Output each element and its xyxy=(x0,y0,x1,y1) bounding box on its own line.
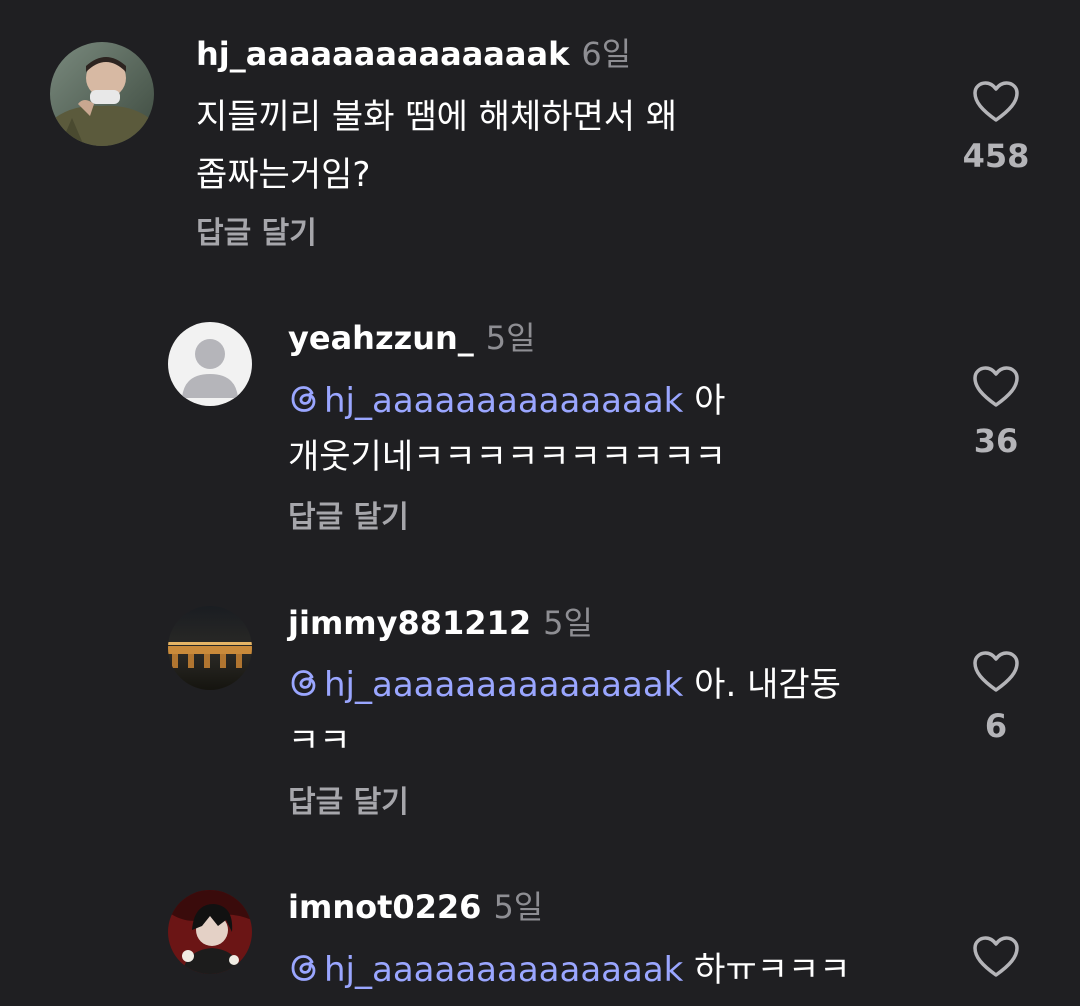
comment-text-line: hj_aaaaaaaaaaaaaak 아 xyxy=(288,374,725,428)
like-control xyxy=(956,935,1036,979)
avatar[interactable] xyxy=(50,42,154,146)
avatar[interactable] xyxy=(168,606,252,690)
username[interactable]: imnot0226 xyxy=(288,888,481,926)
username[interactable]: jimmy881212 xyxy=(288,604,531,642)
default-avatar xyxy=(168,322,252,406)
comment-text: 아 xyxy=(683,381,726,421)
like-count: 6 xyxy=(984,707,1008,745)
comment-header: hj_aaaaaaaaaaaaaak 6일 xyxy=(196,34,631,74)
like-count: 458 xyxy=(962,137,1030,175)
heart-outline-icon[interactable] xyxy=(972,365,1020,409)
threads-at-icon xyxy=(291,670,316,696)
threads-at-icon xyxy=(291,386,316,412)
mention-link[interactable]: hj_aaaaaaaaaaaaaak xyxy=(288,381,683,421)
comment-text-line: 개웃기네ㅋㅋㅋㅋㅋㅋㅋㅋㅋㅋ xyxy=(288,437,726,477)
timestamp: 5일 xyxy=(493,888,544,926)
timestamp: 6일 xyxy=(581,35,632,73)
comment-header: imnot0226 5일 xyxy=(288,887,543,927)
like-control: 6 xyxy=(956,650,1036,746)
heart-outline-icon[interactable] xyxy=(972,650,1020,694)
like-count: 36 xyxy=(973,422,1019,460)
comment-text-line: 좁짜는거임? xyxy=(196,155,371,195)
threads-at-icon xyxy=(291,955,316,981)
comment-header: jimmy881212 5일 xyxy=(288,603,593,643)
mention-link[interactable]: hj_aaaaaaaaaaaaaak xyxy=(288,665,683,705)
reply-button[interactable]: 답글 달기 xyxy=(288,498,409,538)
avatar[interactable] xyxy=(168,322,252,406)
comment-text-line: hj_aaaaaaaaaaaaaak 하ㅠㅋㅋㅋ xyxy=(288,943,851,997)
like-control: 36 xyxy=(956,365,1036,461)
mention-username: hj_aaaaaaaaaaaaaak xyxy=(324,950,684,990)
timestamp: 5일 xyxy=(543,604,593,642)
user-photo-avatar xyxy=(50,42,154,146)
anime-character-avatar xyxy=(168,890,252,974)
mention-username: hj_aaaaaaaaaaaaaak xyxy=(324,665,684,705)
comment-text-line: hj_aaaaaaaaaaaaaak 아. 내감동 xyxy=(288,658,841,712)
avatar[interactable] xyxy=(168,890,252,974)
night-bridge-avatar xyxy=(168,606,252,690)
username[interactable]: hj_aaaaaaaaaaaaaak xyxy=(196,35,569,73)
like-control: 458 xyxy=(956,80,1036,176)
mention-link[interactable]: hj_aaaaaaaaaaaaaak xyxy=(288,950,683,990)
comment-text-line: ㅋㅋ xyxy=(288,721,351,761)
comment-text-line: 지들끼리 불화 땜에 해체하면서 왜 xyxy=(196,97,678,137)
timestamp: 5일 xyxy=(485,319,536,357)
comment-header: yeahzzun_ 5일 xyxy=(288,318,536,358)
username[interactable]: yeahzzun_ xyxy=(288,319,474,357)
heart-outline-icon[interactable] xyxy=(972,80,1020,124)
mention-username: hj_aaaaaaaaaaaaaak xyxy=(324,381,684,421)
reply-button[interactable]: 답글 달기 xyxy=(288,783,409,823)
reply-button[interactable]: 답글 달기 xyxy=(196,214,317,254)
heart-outline-icon[interactable] xyxy=(972,935,1020,979)
comment-text: 하ㅠㅋㅋㅋ xyxy=(683,950,851,990)
comment-text: 아. 내감동 xyxy=(683,665,841,705)
